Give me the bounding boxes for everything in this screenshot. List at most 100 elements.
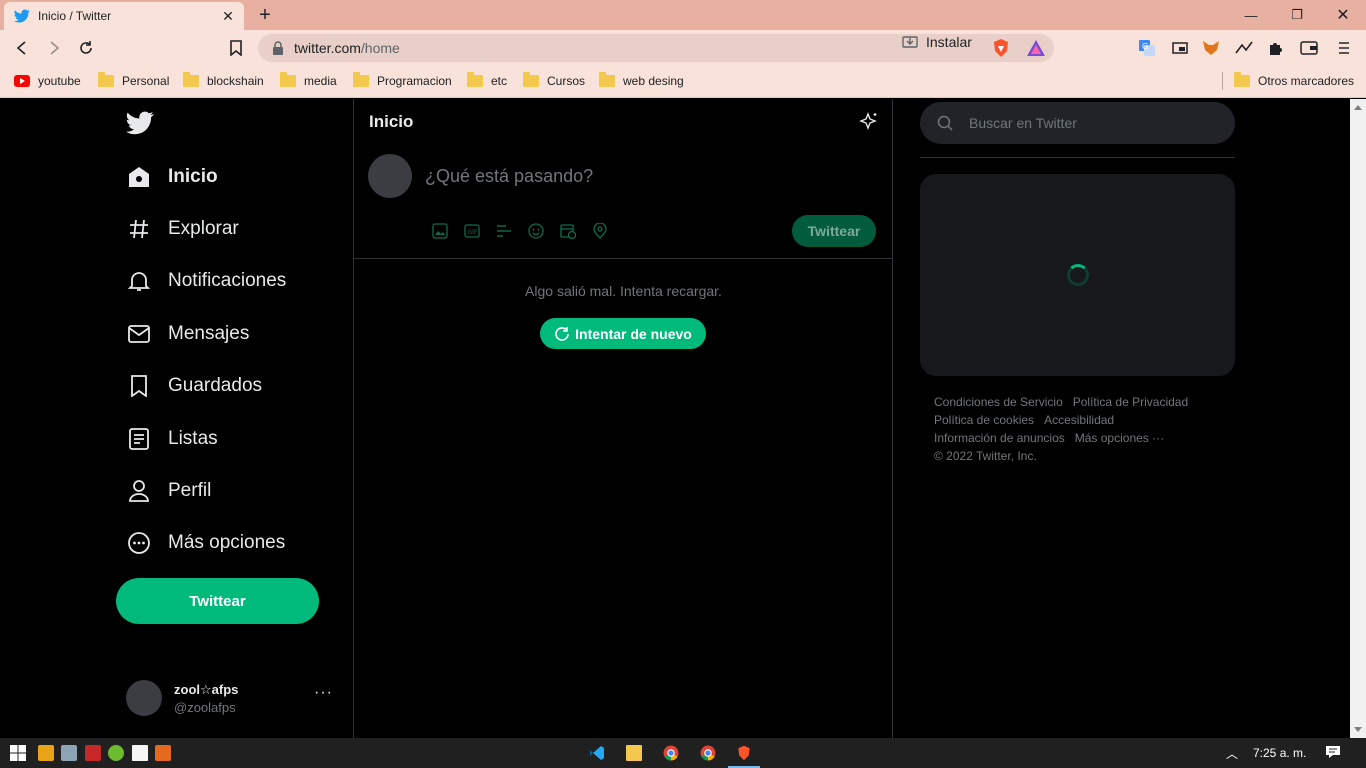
xampp-icon[interactable] xyxy=(155,745,171,761)
close-window-button[interactable]: ✕ xyxy=(1320,0,1366,30)
account-handle: @zoolafps xyxy=(174,700,236,715)
footer-link-more[interactable]: Más opciones ··· xyxy=(1075,431,1164,445)
close-tab-icon[interactable]: ✕ xyxy=(220,8,236,25)
install-label: Instalar xyxy=(926,34,972,50)
sidebar-item-listas[interactable]: Listas xyxy=(116,417,218,461)
error-message: Algo salió mal. Intenta recargar. xyxy=(525,283,722,299)
footer-link-privacy[interactable]: Política de Privacidad xyxy=(1073,395,1188,409)
sidebar-item-notificaciones[interactable]: Notificaciones xyxy=(116,259,286,303)
footer-link-terms[interactable]: Condiciones de Servicio xyxy=(934,395,1063,409)
vivaldi-icon[interactable] xyxy=(85,745,101,761)
install-app-button[interactable]: Instalar xyxy=(902,34,972,50)
bookmark-folder-programacion[interactable]: Programacion xyxy=(353,72,452,90)
forward-button[interactable] xyxy=(42,36,66,60)
file-icon[interactable] xyxy=(132,745,148,761)
bookmark-label: web desing xyxy=(623,74,684,88)
menu-icon[interactable] xyxy=(1334,38,1354,58)
folder-icon xyxy=(280,72,296,87)
sidebar-item-inicio[interactable]: Inicio xyxy=(116,155,218,199)
sidebar-item-label: Listas xyxy=(168,428,218,449)
sidebar-item-label: Guardados xyxy=(168,375,263,396)
twitter-logo-icon[interactable] xyxy=(126,111,154,137)
bookmark-page-button[interactable] xyxy=(224,36,248,60)
bookmark-outline-icon xyxy=(230,40,242,56)
account-switcher[interactable]: zool☆afps @zoolafps ··· xyxy=(126,680,336,720)
search-input[interactable]: Buscar en Twitter xyxy=(920,102,1235,144)
brave-rewards-icon[interactable] xyxy=(1026,38,1046,58)
brave-icon[interactable] xyxy=(736,745,752,761)
extension-bird-icon[interactable] xyxy=(1234,38,1254,58)
chrome-icon[interactable] xyxy=(663,745,679,761)
bookmark-folder-cursos[interactable]: Cursos xyxy=(523,72,585,90)
location-icon[interactable] xyxy=(584,221,616,241)
chrome-icon[interactable] xyxy=(700,745,716,761)
bookmark-label: etc xyxy=(491,74,508,88)
new-tab-button[interactable]: + xyxy=(254,4,276,26)
bell-icon xyxy=(126,268,152,294)
sidebar-item-explorar[interactable]: Explorar xyxy=(116,207,239,251)
sidebar-item-guardados[interactable]: Guardados xyxy=(116,364,262,408)
retry-button[interactable]: Intentar de nuevo xyxy=(540,318,706,349)
bookmark-youtube[interactable]: youtube xyxy=(14,72,81,90)
search-placeholder: Buscar en Twitter xyxy=(969,115,1077,131)
bookmark-label: blockshain xyxy=(207,74,264,88)
back-arrow-icon xyxy=(16,41,26,55)
bookmark-folder-blockshain[interactable]: blockshain xyxy=(183,72,264,90)
wallet-icon[interactable] xyxy=(1299,38,1319,58)
image-icon[interactable] xyxy=(424,221,456,241)
app-icon[interactable] xyxy=(61,745,77,761)
account-name: zool☆afps xyxy=(174,682,239,697)
picture-in-picture-icon[interactable] xyxy=(1170,38,1190,58)
restore-button[interactable]: ❐ xyxy=(1274,0,1320,30)
account-more-icon[interactable]: ··· xyxy=(314,684,333,702)
scroll-down-icon[interactable] xyxy=(1354,727,1362,732)
emoji-icon[interactable] xyxy=(520,221,552,241)
vscode-icon[interactable] xyxy=(589,745,605,761)
page-scrollbar[interactable] xyxy=(1350,99,1366,738)
app-icon[interactable] xyxy=(108,745,124,761)
browser-tab[interactable]: Inicio / Twitter ✕ xyxy=(4,2,244,30)
browser-toolbar: twitter.com/home xyxy=(0,30,1366,66)
notepad-plus-icon[interactable] xyxy=(38,745,54,761)
poll-icon[interactable] xyxy=(488,221,520,241)
sidebar-item-mensajes[interactable]: Mensajes xyxy=(116,312,249,356)
reload-icon xyxy=(80,41,92,54)
brave-shields-icon[interactable] xyxy=(991,38,1011,58)
compose-tweet-button[interactable]: Twittear xyxy=(792,215,876,247)
chevron-up-icon[interactable]: ︿ xyxy=(1224,745,1240,761)
minimize-button[interactable]: — xyxy=(1228,0,1274,30)
bookmark-folder-other[interactable]: Otros marcadores xyxy=(1234,72,1354,90)
divider xyxy=(354,258,893,259)
reload-button[interactable] xyxy=(74,36,98,60)
bookmark-folder-web-desing[interactable]: web desing xyxy=(599,72,684,90)
translate-icon[interactable]: G xyxy=(1137,38,1157,58)
sidebar-item-label: Mensajes xyxy=(168,323,250,344)
file-explorer-icon[interactable] xyxy=(626,745,642,761)
bookmark-label: media xyxy=(304,74,337,88)
bookmark-label: Otros marcadores xyxy=(1258,74,1355,88)
gif-icon[interactable]: GIF xyxy=(456,221,488,241)
system-clock[interactable]: 7:25 a. m. xyxy=(1253,746,1306,760)
metamask-fox-icon[interactable] xyxy=(1201,38,1221,58)
svg-text:GIF: GIF xyxy=(468,229,478,236)
notification-center-icon[interactable] xyxy=(1325,745,1341,761)
footer-link-accessibility[interactable]: Accesibilidad xyxy=(1044,413,1114,427)
sidebar-item-perfil[interactable]: Perfil xyxy=(116,469,211,513)
loading-spinner-icon xyxy=(1067,264,1089,286)
footer-link-ads[interactable]: Información de anuncios xyxy=(934,431,1065,445)
sidebar-item-mas-opciones[interactable]: Más opciones xyxy=(116,521,285,565)
bookmark-folder-personal[interactable]: Personal xyxy=(98,72,169,90)
extensions-puzzle-icon[interactable] xyxy=(1266,38,1286,58)
tweet-button[interactable]: Twittear xyxy=(116,578,319,624)
sparkle-icon[interactable] xyxy=(859,112,881,134)
windows-start-icon[interactable] xyxy=(10,745,26,761)
footer-link-cookies[interactable]: Política de cookies xyxy=(934,413,1034,427)
schedule-icon[interactable] xyxy=(552,221,584,241)
bookmark-folder-media[interactable]: media xyxy=(280,72,337,90)
scroll-up-icon[interactable] xyxy=(1354,105,1362,110)
compose-input[interactable]: ¿Qué está pasando? xyxy=(425,166,593,187)
folder-icon xyxy=(599,72,615,87)
trends-panel xyxy=(920,174,1235,376)
back-button[interactable] xyxy=(10,36,34,60)
bookmark-folder-etc[interactable]: etc xyxy=(467,72,507,90)
